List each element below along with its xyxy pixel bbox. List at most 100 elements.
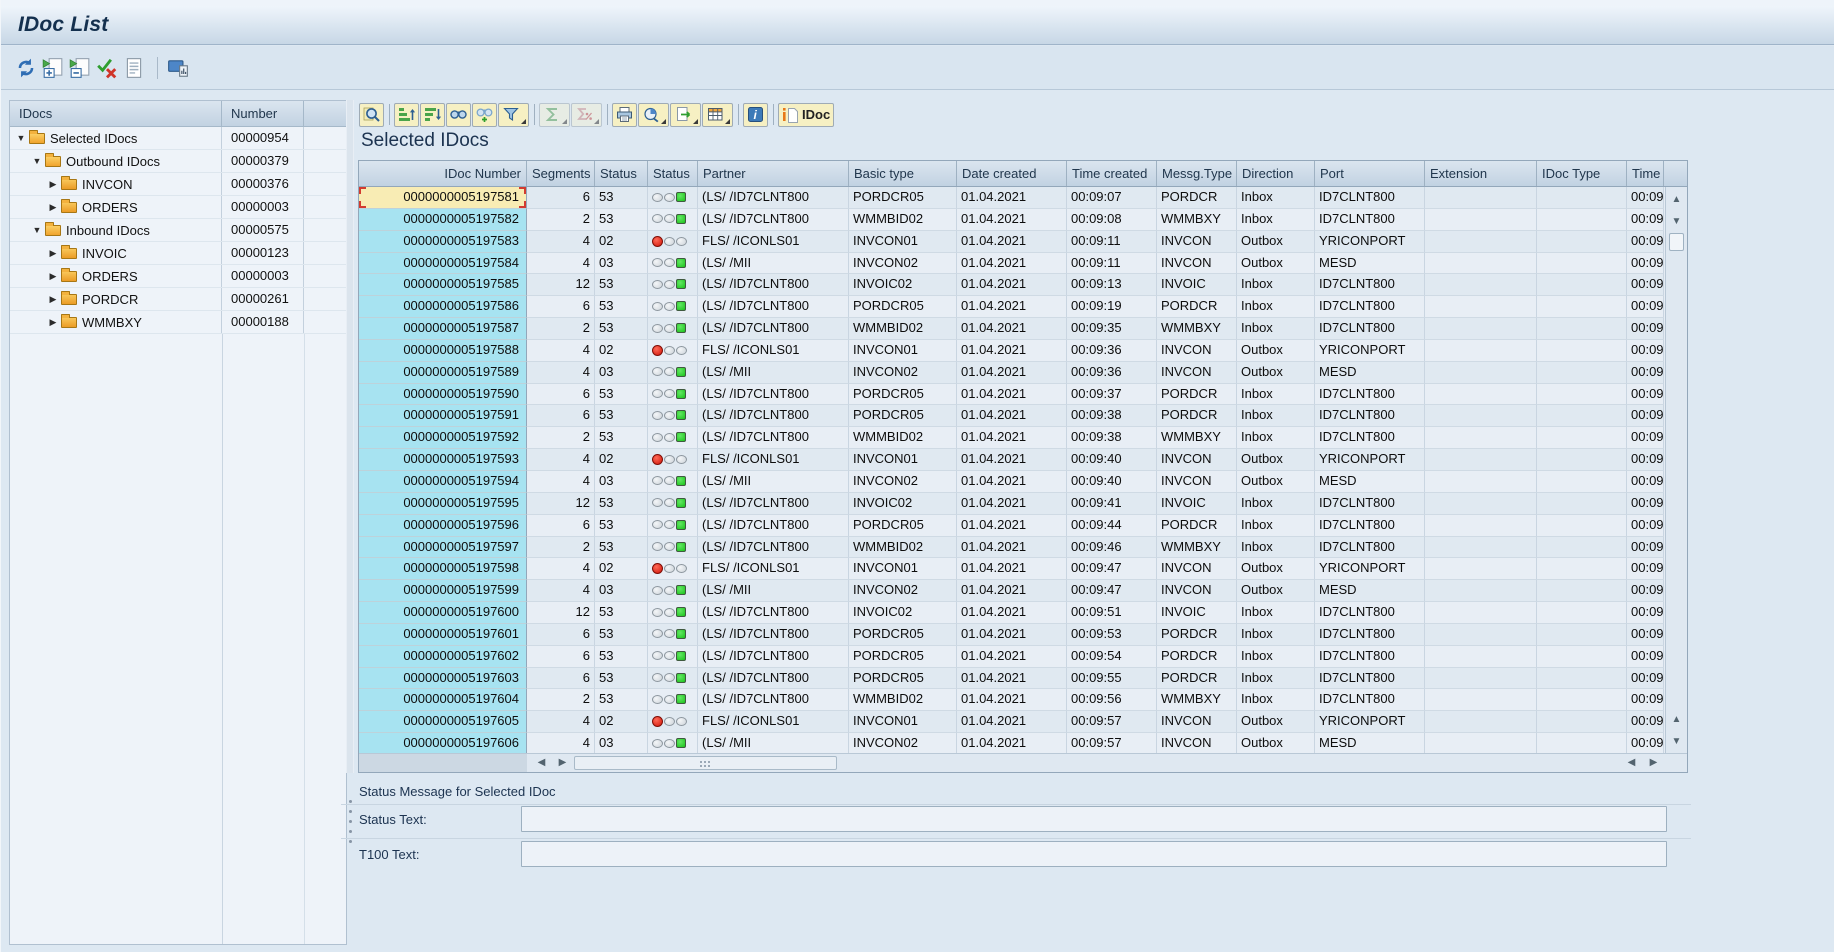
cell-direction[interactable]: Inbox [1237,646,1315,668]
cell-idoc-type[interactable] [1537,668,1627,690]
cell-date-created[interactable]: 01.04.2021 [957,493,1067,515]
cell-idoc[interactable]: 0000000005197598 [359,558,527,580]
cell-extension[interactable] [1425,209,1537,231]
horizontal-scroll-thumb[interactable] [574,756,837,770]
cell-date-created[interactable]: 01.04.2021 [957,558,1067,580]
cell-direction[interactable]: Outbox [1237,733,1315,755]
cell-light[interactable] [648,209,698,231]
cell-date-created[interactable]: 01.04.2021 [957,405,1067,427]
cell-basic-type[interactable]: PORDCR05 [849,187,957,209]
cell-idoc[interactable]: 0000000005197599 [359,580,527,602]
cell-light[interactable] [648,646,698,668]
column-header-date-created-6[interactable]: Date created [957,161,1067,186]
export-button[interactable] [670,103,701,127]
cell-port[interactable]: ID7CLNT800 [1315,187,1425,209]
cell-port[interactable]: ID7CLNT800 [1315,646,1425,668]
cell-extension[interactable] [1425,318,1537,340]
cell-light[interactable] [648,602,698,624]
cell-time-created[interactable]: 00:09:36 [1067,362,1157,384]
cell-light[interactable] [648,427,698,449]
cell-idoc[interactable]: 0000000005197606 [359,733,527,755]
cell-direction[interactable]: Outbox [1237,340,1315,362]
cell-date-created[interactable]: 01.04.2021 [957,274,1067,296]
column-header-status-2[interactable]: Status [595,161,648,186]
cell-basic-type[interactable]: INVOIC02 [849,274,957,296]
cell-messg-type[interactable]: PORDCR [1157,296,1237,318]
table-row[interactable]: 0000000005197606403(LS/ /MIIINVCON0201.0… [359,733,1665,755]
cell-time[interactable]: 00:09 [1627,384,1664,406]
cell-idoc[interactable]: 0000000005197594 [359,471,527,493]
cell-light[interactable] [648,274,698,296]
column-header-messg-type-8[interactable]: Messg.Type [1157,161,1237,186]
table-row[interactable]: 0000000005197587253(LS/ /ID7CLNT800WMMBI… [359,318,1665,340]
cell-segments[interactable]: 4 [527,340,595,362]
cell-light[interactable] [648,689,698,711]
cell-extension[interactable] [1425,427,1537,449]
cell-idoc-type[interactable] [1537,187,1627,209]
cell-time[interactable]: 00:09 [1627,362,1664,384]
cell-idoc-type[interactable] [1537,274,1627,296]
cell-segments[interactable]: 6 [527,515,595,537]
cell-light[interactable] [648,187,698,209]
cell-idoc[interactable]: 0000000005197602 [359,646,527,668]
cell-status[interactable]: 03 [595,362,648,384]
tree-node-outbound-idocs[interactable]: ▼Outbound IDocs00000379 [10,150,346,173]
collapse-arrow-icon[interactable]: ▼ [14,133,28,143]
cell-extension[interactable] [1425,405,1537,427]
cell-extension[interactable] [1425,471,1537,493]
cell-messg-type[interactable]: PORDCR [1157,384,1237,406]
cell-messg-type[interactable]: INVCON [1157,711,1237,733]
cell-partner[interactable]: FLS/ /ICONLS01 [698,231,849,253]
cell-messg-type[interactable]: WMMBXY [1157,318,1237,340]
cell-idoc[interactable]: 0000000005197591 [359,405,527,427]
cell-messg-type[interactable]: INVCON [1157,558,1237,580]
expand-all-icon[interactable] [41,56,65,80]
refresh-icon[interactable] [14,56,38,80]
cell-idoc[interactable]: 0000000005197581 [359,187,527,209]
cell-idoc-type[interactable] [1537,318,1627,340]
cell-partner[interactable]: (LS/ /ID7CLNT800 [698,384,849,406]
cell-time[interactable]: 00:09 [1627,558,1664,580]
cell-basic-type[interactable]: PORDCR05 [849,668,957,690]
table-row[interactable]: 0000000005197581653(LS/ /ID7CLNT800PORDC… [359,187,1665,209]
cell-direction[interactable]: Inbox [1237,187,1315,209]
details-button[interactable] [359,103,384,127]
cell-basic-type[interactable]: INVCON02 [849,580,957,602]
cell-status[interactable]: 53 [595,602,648,624]
column-header-port-10[interactable]: Port [1315,161,1425,186]
cell-time-created[interactable]: 00:09:51 [1067,602,1157,624]
cell-date-created[interactable]: 01.04.2021 [957,253,1067,275]
cell-status[interactable]: 53 [595,537,648,559]
cell-status[interactable]: 03 [595,580,648,602]
cell-time[interactable]: 00:09 [1627,318,1664,340]
cell-direction[interactable]: Inbox [1237,602,1315,624]
cell-time[interactable]: 00:09 [1627,427,1664,449]
cell-direction[interactable]: Inbox [1237,668,1315,690]
cell-partner[interactable]: (LS/ /ID7CLNT800 [698,427,849,449]
cell-extension[interactable] [1425,493,1537,515]
cell-segments[interactable]: 4 [527,580,595,602]
cell-basic-type[interactable]: INVCON01 [849,711,957,733]
panel-splitter[interactable] [346,100,354,773]
cell-basic-type[interactable]: INVCON02 [849,362,957,384]
tree-node-pordcr[interactable]: ▶PORDCR00000261 [10,288,346,311]
cell-idoc-type[interactable] [1537,340,1627,362]
tree-node-cell[interactable]: ▶ORDERS [10,265,222,287]
cell-segments[interactable]: 6 [527,296,595,318]
cell-date-created[interactable]: 01.04.2021 [957,209,1067,231]
info-button[interactable]: i [743,103,768,127]
cell-idoc-type[interactable] [1537,253,1627,275]
cell-date-created[interactable]: 01.04.2021 [957,449,1067,471]
cell-partner[interactable]: (LS/ /MII [698,471,849,493]
tree-node-cell[interactable]: ▼Inbound IDocs [10,219,222,241]
cell-status[interactable]: 53 [595,296,648,318]
cell-extension[interactable] [1425,668,1537,690]
scroll-up-icon[interactable]: ▲ [1666,709,1687,731]
cell-date-created[interactable]: 01.04.2021 [957,624,1067,646]
cell-direction[interactable]: Inbox [1237,405,1315,427]
cell-idoc-type[interactable] [1537,646,1627,668]
table-row[interactable]: 0000000005197596653(LS/ /ID7CLNT800PORDC… [359,515,1665,537]
cell-idoc[interactable]: 0000000005197593 [359,449,527,471]
cell-direction[interactable]: Inbox [1237,318,1315,340]
cell-time-created[interactable]: 00:09:44 [1067,515,1157,537]
